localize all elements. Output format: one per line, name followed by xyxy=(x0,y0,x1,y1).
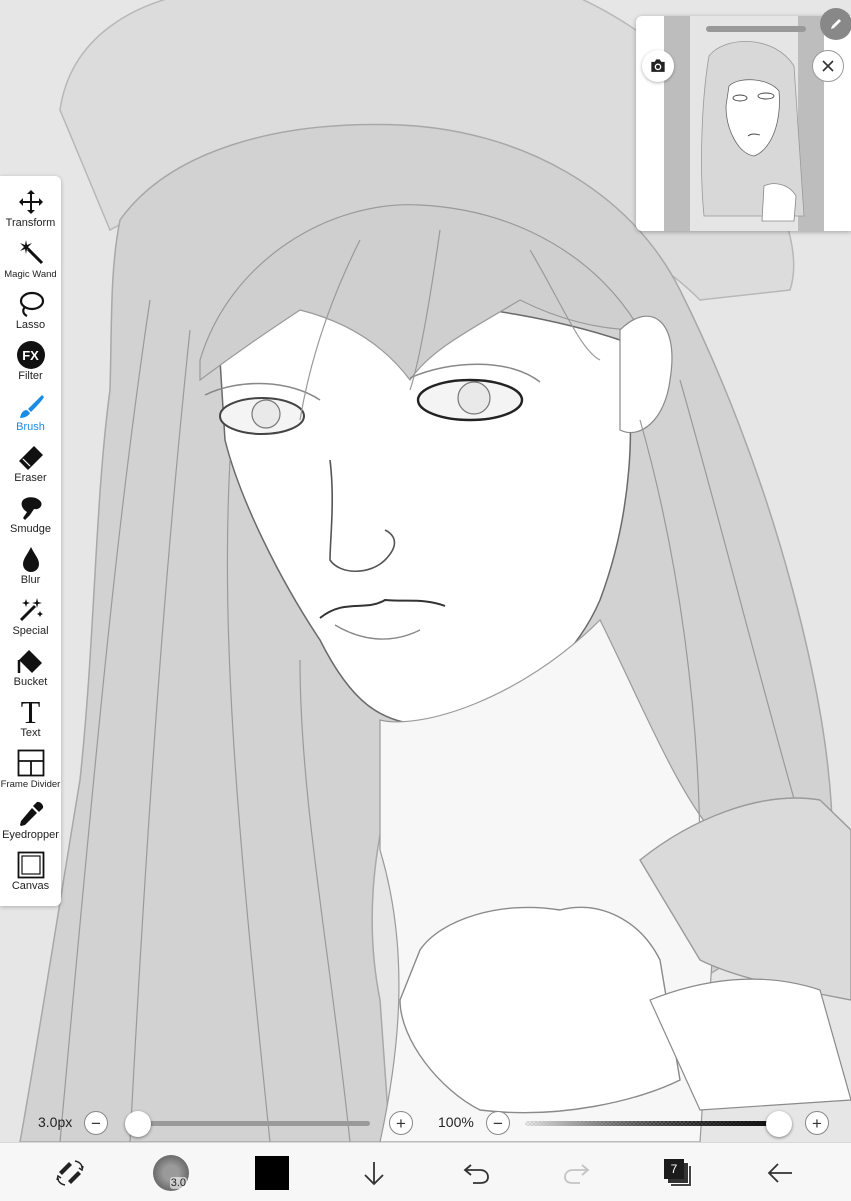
opacity-slider-knob[interactable] xyxy=(766,1111,792,1137)
redo-button[interactable] xyxy=(557,1153,597,1193)
eyedropper-icon xyxy=(16,799,46,829)
quick-switch-button[interactable] xyxy=(50,1153,90,1193)
tool-label: Brush xyxy=(16,421,45,433)
arrow-left-icon xyxy=(767,1163,792,1183)
special-sparkle-icon xyxy=(16,595,46,625)
back-button[interactable] xyxy=(760,1153,800,1193)
brush-size-value: 3.0px xyxy=(38,1114,73,1130)
tool-eyedropper[interactable]: Eyedropper xyxy=(0,797,61,848)
tool-brush[interactable]: Brush xyxy=(0,389,61,440)
tool-label: Eraser xyxy=(14,472,47,484)
tool-eraser[interactable]: Eraser xyxy=(0,440,61,491)
tool-blur[interactable]: Blur xyxy=(0,542,61,593)
tool-label: Lasso xyxy=(15,319,46,331)
brush-size-decrease-button[interactable]: − xyxy=(84,1111,108,1135)
magic-wand-icon xyxy=(16,238,46,268)
fx-badge: FX xyxy=(16,341,45,369)
brush-size-increase-button[interactable]: + xyxy=(389,1111,413,1135)
tool-label: Transform xyxy=(5,217,56,229)
minus-icon: − xyxy=(91,1113,101,1133)
tool-lasso[interactable]: Lasso xyxy=(0,287,61,338)
tool-canvas[interactable]: Canvas xyxy=(0,848,61,899)
tool-label: Text xyxy=(20,727,41,739)
snapshot-button[interactable] xyxy=(642,50,674,82)
reference-navigator[interactable] xyxy=(636,8,851,231)
tool-filter[interactable]: FX Filter xyxy=(0,338,61,389)
tool-smudge[interactable]: Smudge xyxy=(0,491,61,542)
frame-divider-icon xyxy=(16,748,46,778)
text-t-icon: T xyxy=(16,694,46,730)
tool-label: Canvas xyxy=(11,880,50,892)
slider-row: 3.0px − + 100% − + xyxy=(0,1106,851,1140)
eraser-icon xyxy=(16,442,46,472)
brush-size-slider-track[interactable] xyxy=(138,1121,370,1126)
tool-label: Special xyxy=(12,625,49,637)
edit-navigator-button[interactable] xyxy=(820,8,851,40)
brush-preview: 3.0 xyxy=(153,1155,189,1191)
fx-filter-icon: FX xyxy=(16,340,46,370)
opacity-decrease-button[interactable]: − xyxy=(486,1111,510,1135)
tool-label: Blur xyxy=(20,574,41,586)
layer-count: 7 xyxy=(664,1159,684,1179)
redo-icon xyxy=(564,1164,590,1184)
tool-transform[interactable]: Transform xyxy=(0,185,61,236)
lasso-icon xyxy=(16,289,46,319)
tool-panel: Transform Magic Wand Lasso FX Filter Bru… xyxy=(0,176,61,906)
tool-label: Bucket xyxy=(13,676,48,688)
layers-button[interactable]: 7 xyxy=(658,1153,698,1193)
blur-drop-icon xyxy=(16,544,46,574)
bucket-icon xyxy=(16,646,46,676)
minus-icon: − xyxy=(493,1113,503,1133)
tool-label: Magic Wand xyxy=(4,269,57,280)
layers-stack-icon: 7 xyxy=(663,1158,693,1188)
opacity-slider-track[interactable] xyxy=(525,1121,779,1126)
undo-button[interactable] xyxy=(456,1153,496,1193)
brush-eraser-swap-icon xyxy=(56,1160,84,1186)
canvas-icon xyxy=(16,850,46,880)
tool-magic-wand[interactable]: Magic Wand xyxy=(0,236,61,287)
tool-frame-divider[interactable]: Frame Divider xyxy=(0,746,61,797)
brush-icon xyxy=(16,391,46,421)
undo-icon xyxy=(463,1164,489,1184)
brush-settings-button[interactable]: 3.0 xyxy=(151,1153,191,1193)
plus-icon: + xyxy=(812,1113,822,1133)
close-navigator-button[interactable] xyxy=(812,50,844,82)
close-icon xyxy=(822,60,834,72)
arrow-down-icon xyxy=(364,1162,384,1186)
tool-bucket[interactable]: Bucket xyxy=(0,644,61,695)
tool-label: Frame Divider xyxy=(0,779,61,790)
pencil-icon xyxy=(831,19,841,29)
text-glyph: T xyxy=(20,694,41,730)
tool-special[interactable]: Special xyxy=(0,593,61,644)
tool-label: Smudge xyxy=(10,523,51,535)
smudge-finger-icon xyxy=(16,493,46,523)
brush-size-badge: 3.0 xyxy=(169,1177,187,1189)
download-button[interactable] xyxy=(354,1153,394,1193)
color-picker-button[interactable] xyxy=(252,1153,292,1193)
tool-label: Filter xyxy=(18,370,43,382)
current-color-swatch xyxy=(255,1156,289,1190)
tool-text[interactable]: T Text xyxy=(0,695,61,746)
bottom-toolbar: 3.0 7 xyxy=(0,1142,851,1201)
plus-icon: + xyxy=(396,1113,406,1133)
tool-label: Eyedropper xyxy=(2,829,59,841)
camera-icon xyxy=(651,59,665,72)
opacity-increase-button[interactable]: + xyxy=(805,1111,829,1135)
move-arrows-icon xyxy=(16,187,46,217)
navigator-thumbnail xyxy=(664,16,824,231)
brush-size-slider-knob[interactable] xyxy=(125,1111,151,1137)
opacity-value: 100% xyxy=(438,1114,474,1130)
